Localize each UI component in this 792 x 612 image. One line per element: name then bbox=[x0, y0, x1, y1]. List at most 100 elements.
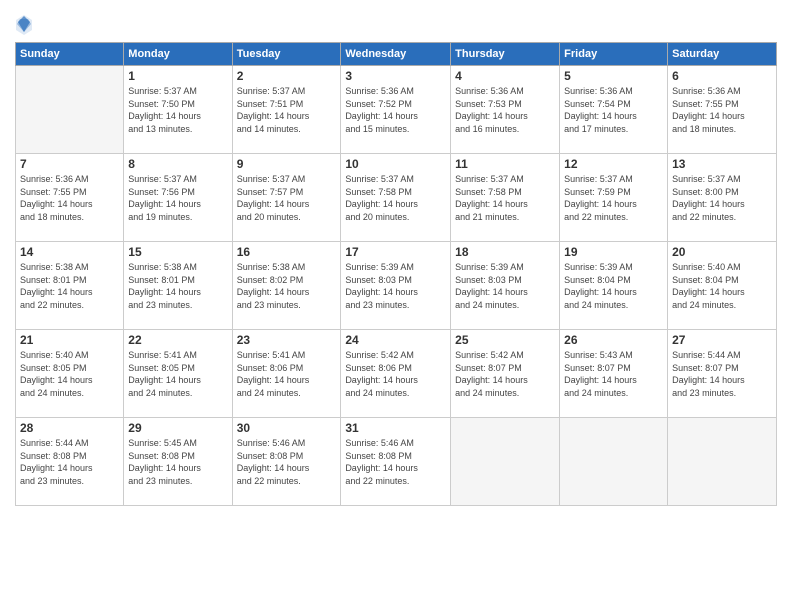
day-number: 14 bbox=[20, 245, 119, 259]
day-cell: 23 Sunrise: 5:41 AM Sunset: 8:06 PM Dayli… bbox=[232, 330, 341, 418]
day-info: Sunrise: 5:41 AM Sunset: 8:05 PM Dayligh… bbox=[128, 349, 227, 399]
logo-icon bbox=[15, 14, 33, 36]
day-number: 9 bbox=[237, 157, 337, 171]
day-info: Sunrise: 5:36 AM Sunset: 7:55 PM Dayligh… bbox=[672, 85, 772, 135]
day-cell: 25 Sunrise: 5:42 AM Sunset: 8:07 PM Dayli… bbox=[451, 330, 560, 418]
day-cell: 5 Sunrise: 5:36 AM Sunset: 7:54 PM Daylig… bbox=[560, 66, 668, 154]
day-number: 15 bbox=[128, 245, 227, 259]
day-cell bbox=[560, 418, 668, 506]
week-row-1: 1Sunrise: 5:37 AM Sunset: 7:50 PM Daylig… bbox=[16, 66, 777, 154]
day-number: 22 bbox=[128, 333, 227, 347]
day-info: Sunrise: 5:38 AM Sunset: 8:01 PM Dayligh… bbox=[128, 261, 227, 311]
day-number: 18 bbox=[455, 245, 555, 259]
calendar-container: SundayMondayTuesdayWednesdayThursdayFrid… bbox=[0, 0, 792, 612]
day-number: 11 bbox=[455, 157, 555, 171]
day-info: Sunrise: 5:39 AM Sunset: 8:03 PM Dayligh… bbox=[345, 261, 446, 311]
day-cell: 9 Sunrise: 5:37 AM Sunset: 7:57 PM Daylig… bbox=[232, 154, 341, 242]
day-info: Sunrise: 5:44 AM Sunset: 8:07 PM Dayligh… bbox=[672, 349, 772, 399]
day-cell: 19Sunrise: 5:39 AM Sunset: 8:04 PM Dayli… bbox=[560, 242, 668, 330]
week-row-3: 14 Sunrise: 5:38 AM Sunset: 8:01 PM Dayli… bbox=[16, 242, 777, 330]
day-number: 4 bbox=[455, 69, 555, 83]
day-cell: 31Sunrise: 5:46 AM Sunset: 8:08 PM Dayli… bbox=[341, 418, 451, 506]
day-number: 12 bbox=[564, 157, 663, 171]
day-number: 21 bbox=[20, 333, 119, 347]
day-cell: 30Sunrise: 5:46 AM Sunset: 8:08 PM Dayli… bbox=[232, 418, 341, 506]
day-number: 16 bbox=[237, 245, 337, 259]
day-number: 26 bbox=[564, 333, 663, 347]
day-info: Sunrise: 5:43 AM Sunset: 8:07 PM Dayligh… bbox=[564, 349, 663, 399]
day-cell: 8Sunrise: 5:37 AM Sunset: 7:56 PM Daylig… bbox=[124, 154, 232, 242]
day-info: Sunrise: 5:42 AM Sunset: 8:07 PM Dayligh… bbox=[455, 349, 555, 399]
day-info: Sunrise: 5:44 AM Sunset: 8:08 PM Dayligh… bbox=[20, 437, 119, 487]
day-info: Sunrise: 5:42 AM Sunset: 8:06 PM Dayligh… bbox=[345, 349, 446, 399]
day-cell: 14 Sunrise: 5:38 AM Sunset: 8:01 PM Dayli… bbox=[16, 242, 124, 330]
week-row-2: 7 Sunrise: 5:36 AM Sunset: 7:55 PM Daylig… bbox=[16, 154, 777, 242]
day-cell: 26 Sunrise: 5:43 AM Sunset: 8:07 PM Dayli… bbox=[560, 330, 668, 418]
day-cell: 15 Sunrise: 5:38 AM Sunset: 8:01 PM Dayli… bbox=[124, 242, 232, 330]
day-cell: 17 Sunrise: 5:39 AM Sunset: 8:03 PM Dayli… bbox=[341, 242, 451, 330]
day-info: Sunrise: 5:37 AM Sunset: 7:58 PM Dayligh… bbox=[345, 173, 446, 223]
day-number: 5 bbox=[564, 69, 663, 83]
day-number: 30 bbox=[237, 421, 337, 435]
day-cell: 7 Sunrise: 5:36 AM Sunset: 7:55 PM Daylig… bbox=[16, 154, 124, 242]
week-row-4: 21 Sunrise: 5:40 AM Sunset: 8:05 PM Dayli… bbox=[16, 330, 777, 418]
day-number: 28 bbox=[20, 421, 119, 435]
day-number: 25 bbox=[455, 333, 555, 347]
day-cell: 6 Sunrise: 5:36 AM Sunset: 7:55 PM Daylig… bbox=[668, 66, 777, 154]
day-cell: 1Sunrise: 5:37 AM Sunset: 7:50 PM Daylig… bbox=[124, 66, 232, 154]
day-number: 17 bbox=[345, 245, 446, 259]
weekday-header-row: SundayMondayTuesdayWednesdayThursdayFrid… bbox=[16, 43, 777, 66]
weekday-header-friday: Friday bbox=[560, 43, 668, 66]
day-number: 27 bbox=[672, 333, 772, 347]
day-number: 8 bbox=[128, 157, 227, 171]
day-cell: 16 Sunrise: 5:38 AM Sunset: 8:02 PM Dayli… bbox=[232, 242, 341, 330]
day-cell: 29Sunrise: 5:45 AM Sunset: 8:08 PM Dayli… bbox=[124, 418, 232, 506]
day-info: Sunrise: 5:36 AM Sunset: 7:52 PM Dayligh… bbox=[345, 85, 446, 135]
header bbox=[15, 10, 777, 36]
logo bbox=[15, 14, 35, 36]
day-info: Sunrise: 5:37 AM Sunset: 7:51 PM Dayligh… bbox=[237, 85, 337, 135]
day-cell: 3 Sunrise: 5:36 AM Sunset: 7:52 PM Daylig… bbox=[341, 66, 451, 154]
day-cell: 2 Sunrise: 5:37 AM Sunset: 7:51 PM Daylig… bbox=[232, 66, 341, 154]
day-number: 23 bbox=[237, 333, 337, 347]
day-number: 24 bbox=[345, 333, 446, 347]
day-number: 6 bbox=[672, 69, 772, 83]
day-number: 13 bbox=[672, 157, 772, 171]
weekday-header-wednesday: Wednesday bbox=[341, 43, 451, 66]
weekday-header-thursday: Thursday bbox=[451, 43, 560, 66]
day-info: Sunrise: 5:37 AM Sunset: 7:58 PM Dayligh… bbox=[455, 173, 555, 223]
day-cell: 11 Sunrise: 5:37 AM Sunset: 7:58 PM Dayli… bbox=[451, 154, 560, 242]
day-info: Sunrise: 5:46 AM Sunset: 8:08 PM Dayligh… bbox=[345, 437, 446, 487]
day-info: Sunrise: 5:37 AM Sunset: 7:59 PM Dayligh… bbox=[564, 173, 663, 223]
weekday-header-monday: Monday bbox=[124, 43, 232, 66]
day-cell: 4Sunrise: 5:36 AM Sunset: 7:53 PM Daylig… bbox=[451, 66, 560, 154]
week-row-5: 28 Sunrise: 5:44 AM Sunset: 8:08 PM Dayli… bbox=[16, 418, 777, 506]
day-info: Sunrise: 5:37 AM Sunset: 8:00 PM Dayligh… bbox=[672, 173, 772, 223]
day-info: Sunrise: 5:37 AM Sunset: 7:50 PM Dayligh… bbox=[128, 85, 227, 135]
day-cell: 10Sunrise: 5:37 AM Sunset: 7:58 PM Dayli… bbox=[341, 154, 451, 242]
day-number: 7 bbox=[20, 157, 119, 171]
day-info: Sunrise: 5:39 AM Sunset: 8:03 PM Dayligh… bbox=[455, 261, 555, 311]
calendar-table: SundayMondayTuesdayWednesdayThursdayFrid… bbox=[15, 42, 777, 506]
day-info: Sunrise: 5:40 AM Sunset: 8:04 PM Dayligh… bbox=[672, 261, 772, 311]
day-info: Sunrise: 5:40 AM Sunset: 8:05 PM Dayligh… bbox=[20, 349, 119, 399]
day-info: Sunrise: 5:38 AM Sunset: 8:02 PM Dayligh… bbox=[237, 261, 337, 311]
weekday-header-saturday: Saturday bbox=[668, 43, 777, 66]
day-info: Sunrise: 5:37 AM Sunset: 7:57 PM Dayligh… bbox=[237, 173, 337, 223]
day-cell: 22 Sunrise: 5:41 AM Sunset: 8:05 PM Dayli… bbox=[124, 330, 232, 418]
day-cell: 21 Sunrise: 5:40 AM Sunset: 8:05 PM Dayli… bbox=[16, 330, 124, 418]
day-cell: 18 Sunrise: 5:39 AM Sunset: 8:03 PM Dayli… bbox=[451, 242, 560, 330]
day-info: Sunrise: 5:36 AM Sunset: 7:54 PM Dayligh… bbox=[564, 85, 663, 135]
day-cell: 24 Sunrise: 5:42 AM Sunset: 8:06 PM Dayli… bbox=[341, 330, 451, 418]
day-number: 3 bbox=[345, 69, 446, 83]
day-number: 29 bbox=[128, 421, 227, 435]
day-cell: 13 Sunrise: 5:37 AM Sunset: 8:00 PM Dayli… bbox=[668, 154, 777, 242]
day-info: Sunrise: 5:41 AM Sunset: 8:06 PM Dayligh… bbox=[237, 349, 337, 399]
day-info: Sunrise: 5:38 AM Sunset: 8:01 PM Dayligh… bbox=[20, 261, 119, 311]
day-cell bbox=[451, 418, 560, 506]
day-cell: 20Sunrise: 5:40 AM Sunset: 8:04 PM Dayli… bbox=[668, 242, 777, 330]
day-cell bbox=[16, 66, 124, 154]
day-cell bbox=[668, 418, 777, 506]
day-info: Sunrise: 5:36 AM Sunset: 7:55 PM Dayligh… bbox=[20, 173, 119, 223]
day-number: 2 bbox=[237, 69, 337, 83]
